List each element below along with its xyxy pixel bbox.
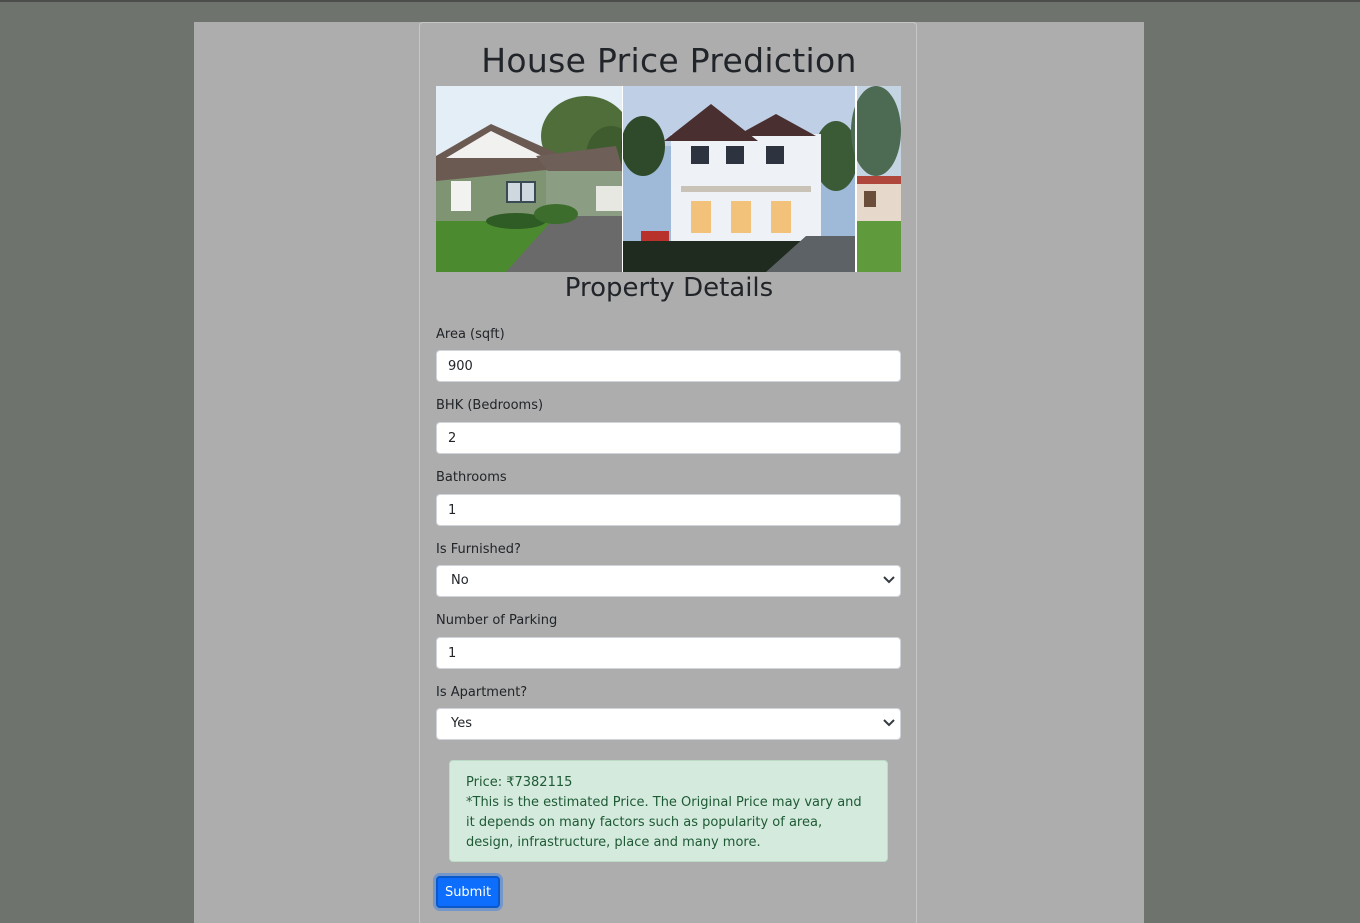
- price-disclaimer: *This is the estimated Price. The Origin…: [466, 795, 862, 850]
- top-border: [0, 0, 1360, 2]
- bhk-label: BHK (Bedrooms): [436, 398, 544, 413]
- bathrooms-label: Bathrooms: [436, 470, 507, 485]
- area-label: Area (sqft): [436, 327, 505, 342]
- price-result-alert: Price: ₹7382115 *This is the estimated P…: [449, 760, 888, 862]
- bhk-input[interactable]: [436, 422, 901, 454]
- page-title: House Price Prediction: [481, 41, 857, 80]
- area-input[interactable]: [436, 350, 901, 382]
- chevron-down-icon: [883, 576, 895, 584]
- page-container: House Price Prediction Property Details …: [194, 22, 1144, 923]
- furnished-label: Is Furnished?: [436, 542, 521, 557]
- apartment-select[interactable]: Yes: [436, 708, 901, 740]
- house-photos-image: [436, 86, 901, 272]
- bathrooms-input[interactable]: [436, 494, 901, 526]
- parking-input[interactable]: [436, 637, 901, 669]
- chevron-down-icon: [883, 719, 895, 727]
- apartment-selected-value: Yes: [436, 708, 901, 740]
- submit-button[interactable]: Submit: [436, 876, 500, 908]
- prediction-form-card: House Price Prediction Property Details …: [419, 22, 917, 923]
- parking-label: Number of Parking: [436, 613, 558, 628]
- furnished-select[interactable]: No: [436, 565, 901, 597]
- furnished-selected-value: No: [436, 565, 901, 597]
- section-title: Property Details: [564, 273, 774, 303]
- apartment-label: Is Apartment?: [436, 685, 528, 700]
- price-result-value: Price: ₹7382115: [466, 775, 573, 790]
